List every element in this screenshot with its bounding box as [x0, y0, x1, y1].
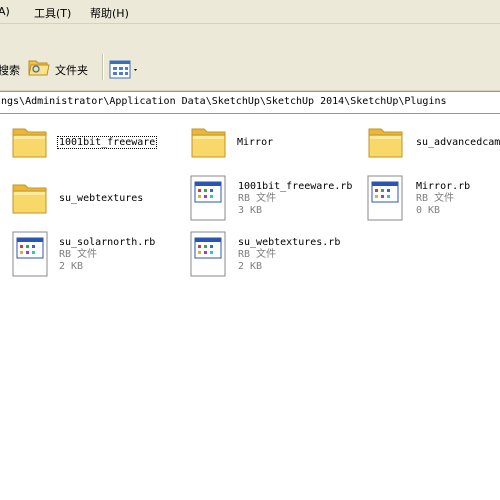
menu-item-help[interactable]: 帮助(H) — [90, 5, 129, 21]
file-name: Mirror.rb — [416, 181, 471, 192]
file-name: su_advancedcam — [416, 137, 500, 148]
toolbar-separator — [102, 54, 104, 80]
file-size: 3 KB — [238, 205, 263, 216]
file-type: RB 文件 — [59, 249, 98, 260]
file-name: Mirror — [237, 137, 274, 148]
file-type: RB 文件 — [238, 249, 277, 260]
address-bar[interactable]: ngs\Administrator\Application Data\Sketc… — [0, 91, 500, 114]
toolbar: 搜索 文件夹 — [0, 24, 500, 91]
file-name: su_solarnorth.rb — [59, 237, 156, 248]
address-path[interactable]: ngs\Administrator\Application Data\Sketc… — [1, 96, 447, 107]
chevron-down-icon — [134, 69, 137, 71]
folder-icon — [191, 128, 226, 158]
file-type: RB 文件 — [416, 193, 455, 204]
file-name: su_webtextures.rb — [238, 237, 341, 248]
menu-item-partial[interactable]: A) — [0, 5, 10, 18]
search-button-label[interactable]: 搜索 — [0, 62, 20, 78]
menu-bar: A) 工具(T) 帮助(H) — [0, 0, 500, 24]
menu-item-tools[interactable]: 工具(T) — [34, 5, 71, 21]
file-name: 1001bit_freeware — [57, 136, 158, 149]
folders-button-label: 文件夹 — [55, 64, 88, 77]
file-name: su_webtextures — [59, 193, 144, 204]
file-size: 2 KB — [238, 261, 263, 272]
folders-icon — [28, 60, 50, 76]
views-icon — [109, 60, 137, 79]
rb-file-icon — [190, 175, 226, 221]
folder-icon — [12, 128, 47, 158]
rb-file-icon — [367, 175, 403, 221]
folder-icon — [12, 184, 47, 214]
file-size: 2 KB — [59, 261, 84, 272]
rb-file-icon — [190, 231, 226, 277]
folder-icon — [368, 128, 403, 158]
file-type: RB 文件 — [238, 193, 277, 204]
views-button[interactable] — [108, 59, 140, 81]
rb-file-icon — [12, 231, 48, 277]
folders-button[interactable]: 文件夹 — [28, 57, 98, 81]
file-size: 0 KB — [416, 205, 441, 216]
file-name: 1001bit_freeware.rb — [238, 181, 353, 192]
